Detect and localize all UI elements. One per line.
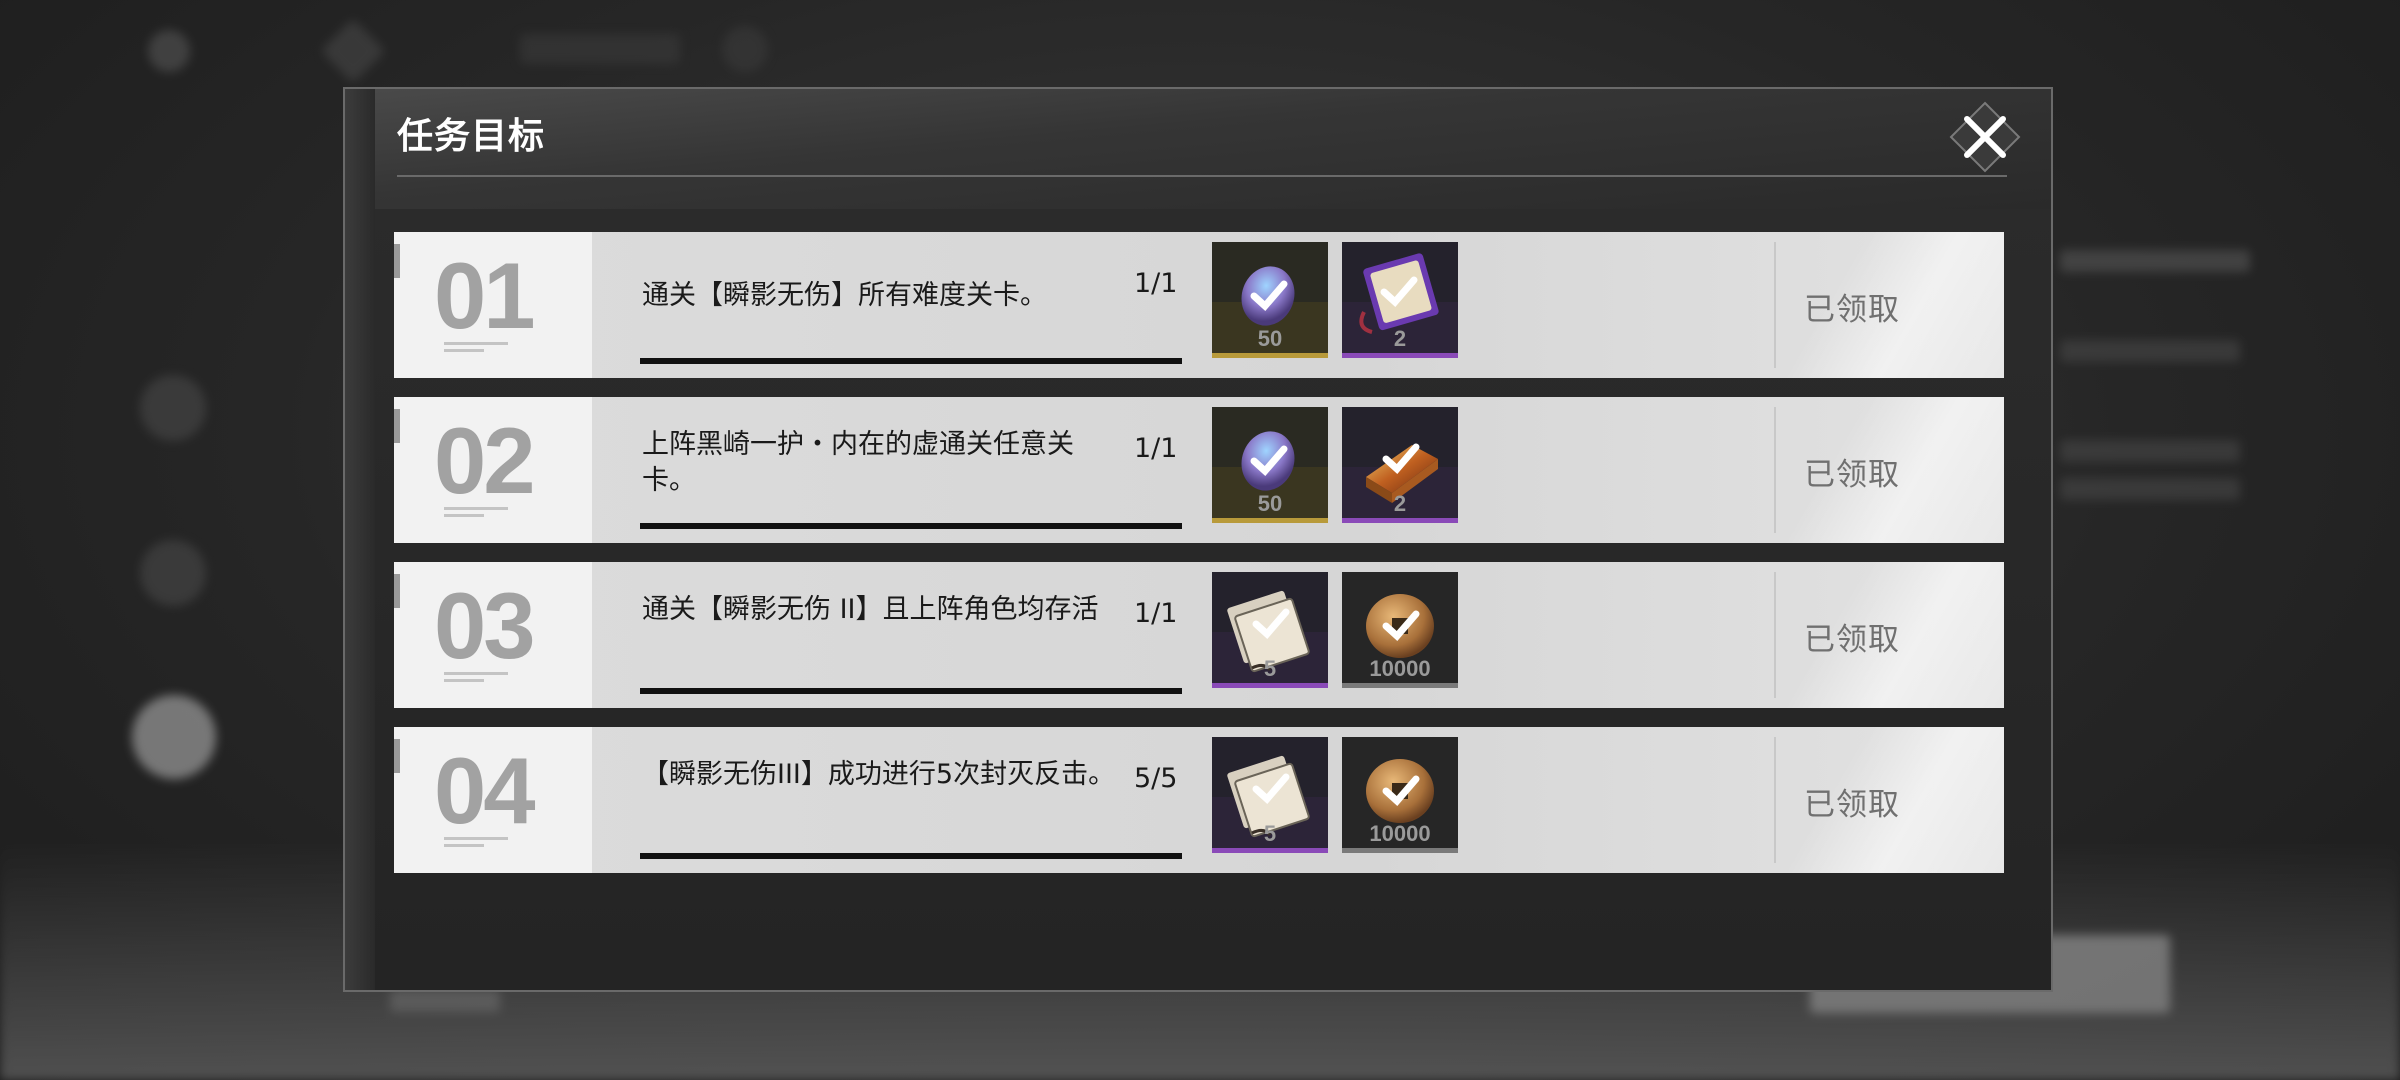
reward-item[interactable]: 5 <box>1212 572 1328 688</box>
side-icon-1 <box>140 375 206 441</box>
right-text-placeholder-2 <box>2060 340 2240 362</box>
reward-quantity: 2 <box>1393 326 1407 351</box>
task-goals-modal: 任务目标 01 通关【瞬影无伤】所有难度关卡。 1/1 50 2 已领取 02 … <box>343 87 2053 992</box>
reward-quantity: 5 <box>1263 656 1277 681</box>
task-progress: 5/5 <box>1134 763 1178 794</box>
task-number: 04 <box>434 738 536 843</box>
task-number-box: 02 <box>394 397 592 543</box>
row-number-decoration <box>444 514 484 517</box>
row-accent <box>394 244 400 278</box>
reward-quantity: 10000 <box>1369 821 1431 846</box>
reward-quantity: 5 <box>1263 821 1277 846</box>
row-accent <box>394 409 400 443</box>
help-icon <box>722 26 768 72</box>
task-row: 03 通关【瞬影无伤 II】且上阵角色均存活 1/1 5 10000 已领取 <box>394 562 2004 708</box>
reward-quantity: 50 <box>1257 326 1283 351</box>
row-accent <box>394 739 400 773</box>
modal-left-edge <box>345 89 375 990</box>
reward-item[interactable]: 50 <box>1212 407 1328 523</box>
task-description: 通关【瞬影无伤 II】且上阵角色均存活 <box>642 594 1099 625</box>
task-number-box: 01 <box>394 232 592 378</box>
claimed-status: 已领取 <box>1804 457 1900 493</box>
progress-bar <box>640 358 1182 364</box>
rarity-strip <box>1212 683 1328 688</box>
reward-item[interactable]: 2 <box>1342 242 1458 358</box>
task-row: 01 通关【瞬影无伤】所有难度关卡。 1/1 50 2 已领取 <box>394 232 2004 378</box>
progress-bar <box>640 523 1182 529</box>
row-number-decoration <box>444 679 484 682</box>
row-number-decoration <box>444 672 508 675</box>
reward-quantity: 2 <box>1393 491 1407 516</box>
task-number-box: 03 <box>394 562 592 708</box>
task-number-box: 04 <box>394 727 592 873</box>
right-text-placeholder-3 <box>2060 440 2240 462</box>
task-description: 通关【瞬影无伤】所有难度关卡。 <box>642 280 1047 311</box>
row-accent <box>394 574 400 608</box>
side-icon-2 <box>140 540 206 606</box>
background-footer-placeholder <box>390 990 500 1012</box>
row-number-decoration <box>444 349 484 352</box>
rarity-strip <box>1342 848 1458 853</box>
reward-item[interactable]: 10000 <box>1342 737 1458 853</box>
task-progress: 1/1 <box>1134 598 1178 629</box>
rarity-strip <box>1212 848 1328 853</box>
task-number: 03 <box>434 573 536 678</box>
task-progress: 1/1 <box>1134 433 1178 464</box>
claimed-status: 已领取 <box>1804 622 1900 658</box>
reward-item[interactable]: 2 <box>1342 407 1458 523</box>
rarity-strip <box>1342 518 1458 523</box>
task-description: 【瞬影无伤III】成功进行5次封灭反击。 <box>642 759 1116 790</box>
row-number-decoration <box>444 837 508 840</box>
background-top-bar <box>0 0 2400 100</box>
task-row: 02 上阵黑崎一护・内在的虚通关任意关卡。 1/1 50 2 已领取 <box>394 397 2004 543</box>
task-number: 02 <box>434 408 536 513</box>
reward-item[interactable]: 50 <box>1212 242 1328 358</box>
task-progress: 1/1 <box>1134 268 1178 299</box>
progress-bar <box>640 688 1182 694</box>
rarity-strip <box>1212 518 1328 523</box>
claimed-status: 已领取 <box>1804 292 1900 328</box>
reward-quantity: 10000 <box>1369 656 1431 681</box>
background-title-placeholder <box>520 34 680 64</box>
progress-bar <box>640 853 1182 859</box>
close-x-icon <box>1949 101 2021 173</box>
close-button[interactable] <box>1947 99 2023 175</box>
row-number-decoration <box>444 844 484 847</box>
task-row: 04 【瞬影无伤III】成功进行5次封灭反击。 5/5 5 10000 已领取 <box>394 727 2004 873</box>
right-text-placeholder-1 <box>2060 250 2250 272</box>
reward-item[interactable]: 5 <box>1212 737 1328 853</box>
title-divider <box>397 175 2007 177</box>
rarity-strip <box>1342 353 1458 358</box>
side-icon-3 <box>132 695 216 779</box>
share-icon <box>148 30 190 72</box>
claimed-status: 已领取 <box>1804 787 1900 823</box>
task-description: 上阵黑崎一护・内在的虚通关任意关卡。 <box>642 429 1074 496</box>
reward-quantity: 50 <box>1257 491 1283 516</box>
right-text-placeholder-4 <box>2060 478 2240 500</box>
modal-title: 任务目标 <box>397 115 546 157</box>
rarity-strip <box>1212 353 1328 358</box>
row-number-decoration <box>444 507 508 510</box>
rarity-strip <box>1342 683 1458 688</box>
diamond-icon <box>320 18 386 84</box>
task-number: 01 <box>434 243 536 348</box>
row-number-decoration <box>444 342 508 345</box>
reward-item[interactable]: 10000 <box>1342 572 1458 688</box>
